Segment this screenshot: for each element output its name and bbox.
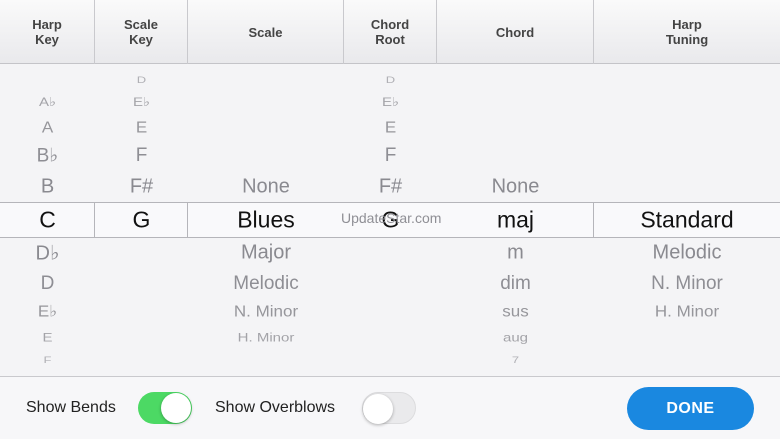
done-button[interactable]: DONE — [627, 387, 754, 430]
picker-header: Harp Key Scale Key Scale Chord Root Chor… — [0, 0, 780, 64]
picker-option[interactable]: F — [344, 145, 437, 167]
chord-wheel[interactable]: Nonemdimsusaug7maj7maj — [437, 65, 594, 375]
picker-option[interactable]: Melodic — [188, 273, 344, 295]
picker-option[interactable]: D — [344, 75, 437, 85]
picker-option[interactable]: None — [437, 176, 594, 199]
picker-option[interactable]: A♭ — [0, 95, 95, 109]
show-overblows-toggle[interactable] — [362, 392, 416, 424]
picker-option[interactable]: N. Minor — [188, 303, 344, 322]
show-bends-toggle[interactable] — [138, 392, 192, 424]
picker-wheels: BB♭AA♭D♭DE♭EFF#C F#FEE♭DD♭G NoneMajorMel… — [0, 65, 780, 375]
scale-wheel[interactable]: None Major Melodic N. Minor H. Minor Blues — [188, 65, 344, 375]
picker-selected-option[interactable]: C — [0, 207, 95, 234]
show-bends-label: Show Bends — [26, 399, 116, 416]
scale-key-wheel[interactable]: F#FEE♭DD♭G — [95, 65, 188, 375]
show-overblows-label: Show Overblows — [215, 399, 336, 416]
picker-option[interactable]: B — [0, 176, 95, 199]
header-harp-key: Harp Key — [0, 0, 95, 64]
picker-option[interactable]: B♭ — [0, 145, 95, 168]
picker-option[interactable]: dim — [437, 273, 594, 295]
bottom-bar: Show Bends Show Overblows DONE — [0, 376, 780, 439]
picker-option[interactable]: E — [95, 119, 188, 138]
picker-selected-option[interactable]: G — [344, 207, 437, 234]
picker-option[interactable]: H. Minor — [594, 303, 780, 322]
picker-option[interactable]: aug — [437, 331, 594, 345]
header-scale: Scale — [188, 0, 344, 64]
header-chord-root: Chord Root — [344, 0, 437, 64]
picker-option[interactable]: E♭ — [344, 95, 437, 109]
picker-option[interactable]: E♭ — [95, 95, 188, 109]
picker-option[interactable]: N. Minor — [594, 273, 780, 295]
picker-option[interactable]: H. Minor — [188, 331, 344, 345]
header-chord: Chord — [437, 0, 594, 64]
harp-tuning-wheel[interactable]: Melodic N. Minor H. Minor Standard — [594, 65, 780, 375]
picker-option[interactable]: Major — [188, 242, 344, 265]
picker-option[interactable]: sus — [437, 303, 594, 322]
picker-option[interactable]: F# — [344, 176, 437, 199]
picker-option[interactable]: D♭ — [0, 241, 95, 266]
header-scale-key: Scale Key — [95, 0, 188, 64]
picker-option[interactable]: E — [344, 119, 437, 138]
picker-option[interactable]: F — [95, 145, 188, 167]
picker-selected-option[interactable]: maj — [437, 207, 594, 234]
picker-option[interactable]: D — [95, 75, 188, 85]
toggle-knob — [363, 394, 393, 424]
picker-option[interactable]: D — [0, 273, 95, 295]
picker-option[interactable]: m — [437, 242, 594, 265]
chord-root-wheel[interactable]: F#FEE♭DD♭G — [344, 65, 437, 375]
picker-option[interactable]: Melodic — [594, 242, 780, 265]
picker-option[interactable]: F# — [95, 176, 188, 199]
harp-key-wheel[interactable]: BB♭AA♭D♭DE♭EFF#C — [0, 65, 95, 375]
picker-selected-option[interactable]: Standard — [594, 207, 780, 234]
toggle-knob — [161, 393, 191, 423]
picker-option[interactable]: E♭ — [0, 303, 95, 322]
picker-option[interactable]: F — [0, 355, 95, 365]
header-harp-tuning: Harp Tuning — [665, 17, 709, 47]
picker-option[interactable]: E — [0, 331, 95, 345]
picker-option[interactable]: None — [188, 176, 344, 199]
picker-selected-option[interactable]: G — [95, 207, 188, 234]
picker-option[interactable]: 7 — [437, 355, 594, 365]
picker-selected-option[interactable]: Blues — [188, 207, 344, 234]
picker-option[interactable]: A — [0, 119, 95, 138]
